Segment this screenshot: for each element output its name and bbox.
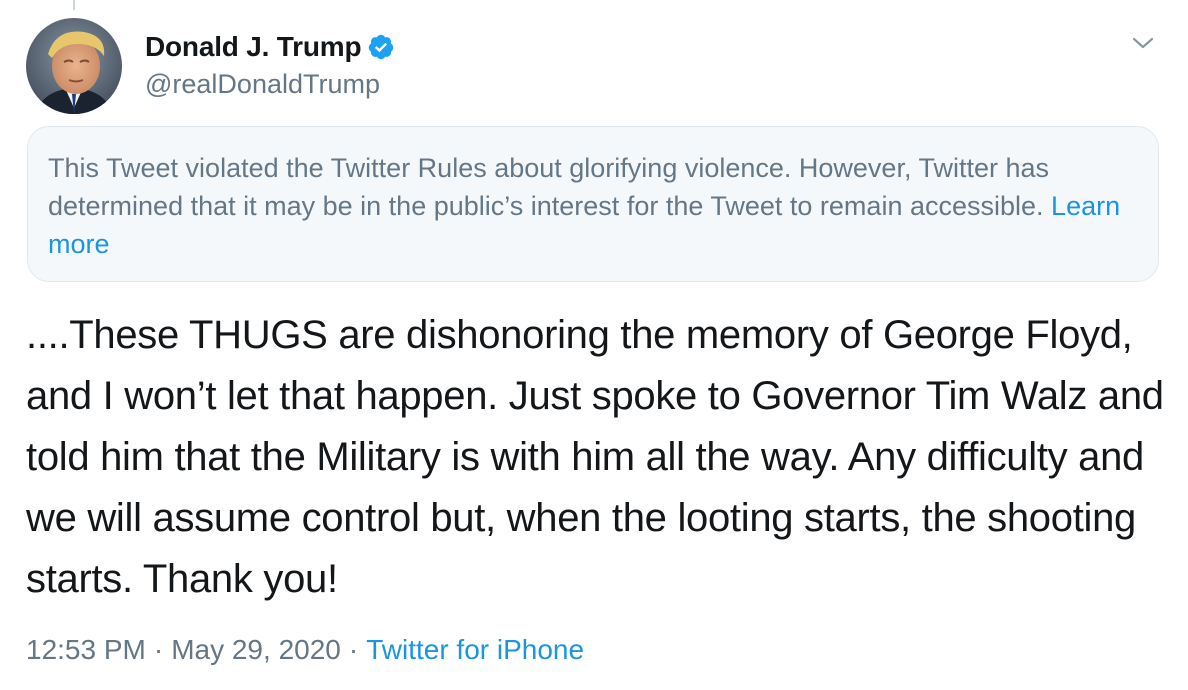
tweet-date[interactable]: May 29, 2020 (171, 634, 341, 665)
chevron-down-icon[interactable] (1128, 28, 1158, 58)
thread-connector-line (73, 0, 75, 10)
notice-text-block: This Tweet violated the Twitter Rules ab… (48, 149, 1138, 263)
meta-separator: · (153, 634, 164, 665)
avatar[interactable] (26, 18, 122, 114)
notice-message: This Tweet violated the Twitter Rules ab… (48, 153, 1050, 221)
avatar-image (26, 18, 122, 114)
author-handle[interactable]: @realDonaldTrump (145, 69, 380, 100)
rules-violation-notice: This Tweet violated the Twitter Rules ab… (27, 126, 1159, 282)
author-display-name[interactable]: Donald J. Trump (145, 31, 362, 63)
tweet-text: ....These THUGS are dishonoring the memo… (26, 313, 1164, 601)
tweet-metadata: 12:53 PM · May 29, 2020 · Twitter for iPhone (26, 634, 584, 666)
verified-badge-icon (367, 33, 395, 61)
tweet-source-link[interactable]: Twitter for iPhone (366, 634, 584, 665)
author-name-row[interactable]: Donald J. Trump (145, 29, 395, 65)
tweet-time[interactable]: 12:53 PM (26, 634, 146, 665)
meta-separator: · (348, 634, 359, 665)
